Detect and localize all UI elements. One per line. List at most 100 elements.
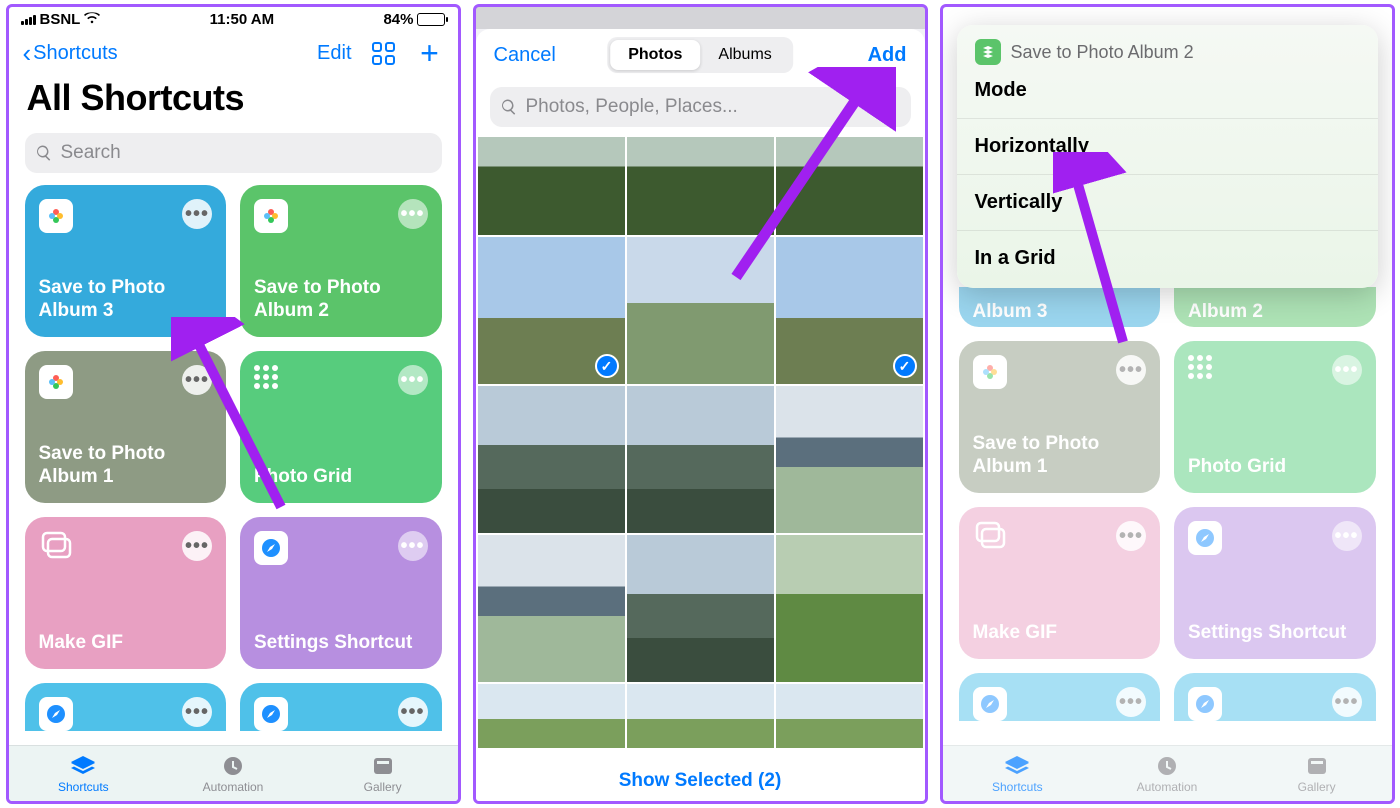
- safari-icon: [1188, 687, 1222, 721]
- option-vertically[interactable]: Vertically: [957, 174, 1378, 230]
- grid-icon: [372, 42, 395, 65]
- photo-cell[interactable]: [478, 137, 625, 235]
- photo-cell[interactable]: [478, 386, 625, 533]
- tab-bar: Shortcuts Automation Gallery: [9, 745, 458, 801]
- shortcut-grid: ••• Save to Photo Album 3 ••• Save to Ph…: [9, 185, 458, 731]
- photo-cell[interactable]: [627, 535, 774, 682]
- stack-icon: [39, 531, 73, 566]
- tile-menu-button[interactable]: •••: [182, 199, 212, 229]
- search-placeholder: Photos, People, Places...: [526, 96, 738, 118]
- photo-cell-selected[interactable]: ✓: [776, 237, 923, 384]
- photo-cell[interactable]: [776, 535, 923, 682]
- screen-shortcuts: BSNL 11:50 AM 84% ‹ Shortcuts Edit + All…: [6, 4, 461, 804]
- popup-title-label: Save to Photo Album 2: [1011, 42, 1194, 63]
- check-icon: ✓: [893, 354, 917, 378]
- option-grid[interactable]: In a Grid: [957, 230, 1378, 286]
- photo-cell[interactable]: [627, 386, 774, 533]
- add-button[interactable]: Add: [868, 44, 907, 67]
- tile-photo-grid[interactable]: ••• Photo Grid: [240, 351, 442, 503]
- tile-menu-button[interactable]: •••: [398, 199, 428, 229]
- tile-bg: •••Photo Grid: [1174, 341, 1376, 493]
- tile-bg: Album 3: [959, 287, 1161, 327]
- tab-shortcuts[interactable]: Shortcuts: [943, 746, 1093, 801]
- photo-cell[interactable]: [627, 137, 774, 235]
- shortcut-grid-background: •••Save to Photo Album 1 •••Photo Grid •…: [943, 341, 1392, 721]
- segmented-control: Photos Albums: [607, 37, 793, 73]
- photo-cell[interactable]: [627, 684, 774, 748]
- safari-icon: [254, 697, 288, 731]
- tile-bg: •••Settings Shortcut: [1174, 507, 1376, 659]
- safari-icon: [254, 531, 288, 565]
- battery-icon: [417, 13, 445, 26]
- photo-cell[interactable]: [776, 137, 923, 235]
- tile-save-album-3[interactable]: ••• Save to Photo Album 3: [25, 185, 227, 337]
- battery-label: 84%: [383, 11, 413, 28]
- tile-menu-button[interactable]: •••: [182, 531, 212, 561]
- plus-icon: +: [420, 42, 439, 64]
- shortcut-app-icon: [975, 39, 1001, 65]
- tile-menu-button[interactable]: •••: [398, 365, 428, 395]
- mode-popup: Save to Photo Album 2 Mode Horizontally …: [957, 25, 1378, 288]
- tile-partial-2[interactable]: •••: [240, 683, 442, 731]
- option-horizontally[interactable]: Horizontally: [957, 118, 1378, 174]
- photo-cell-selected[interactable]: ✓: [478, 237, 625, 384]
- tile-menu-button[interactable]: •••: [182, 365, 212, 395]
- picker-search-input[interactable]: Photos, People, Places...: [490, 87, 911, 127]
- layout-button[interactable]: [370, 39, 398, 67]
- segment-albums[interactable]: Albums: [700, 40, 789, 70]
- photo-cell[interactable]: [478, 535, 625, 682]
- photos-icon: [39, 365, 73, 399]
- screen-mode-picker: Album 3 Album 2 •••Save to Photo Album 1…: [940, 4, 1395, 804]
- wifi-icon: [84, 11, 100, 28]
- carrier-label: BSNL: [40, 11, 81, 28]
- clock-icon: [1153, 754, 1181, 778]
- tile-bg: Album 2: [1174, 287, 1376, 327]
- photo-cell[interactable]: [478, 684, 625, 748]
- tab-automation[interactable]: Automation: [1092, 746, 1242, 801]
- tab-label: Shortcuts: [58, 780, 109, 794]
- page-title: All Shortcuts: [9, 73, 458, 129]
- picker-header: Cancel Photos Albums Add: [476, 29, 925, 81]
- tile-menu-button[interactable]: •••: [182, 697, 212, 727]
- shortcut-grid-background: Album 3 Album 2: [943, 287, 1392, 327]
- chevron-left-icon: ‹: [23, 43, 32, 63]
- cancel-button[interactable]: Cancel: [494, 44, 556, 67]
- tile-menu-button[interactable]: •••: [398, 531, 428, 561]
- tab-automation[interactable]: Automation: [158, 746, 308, 801]
- tile-partial-1[interactable]: •••: [25, 683, 227, 731]
- add-button[interactable]: +: [416, 39, 444, 67]
- photo-grid: ✓ ✓: [476, 137, 925, 748]
- back-button[interactable]: ‹ Shortcuts: [23, 42, 118, 65]
- safari-icon: [1188, 521, 1222, 555]
- edit-button[interactable]: Edit: [317, 42, 351, 65]
- option-mode[interactable]: Mode: [957, 75, 1378, 118]
- tile-bg: •••Save to Photo Album 1: [959, 341, 1161, 493]
- tile-label: Make GIF: [39, 632, 213, 655]
- search-input[interactable]: Search: [25, 133, 442, 173]
- tab-gallery[interactable]: Gallery: [1242, 746, 1392, 801]
- photo-cell[interactable]: [776, 684, 923, 748]
- search-placeholder: Search: [61, 142, 121, 164]
- photos-icon: [254, 199, 288, 233]
- search-icon: [500, 98, 518, 116]
- tile-menu-button[interactable]: •••: [398, 697, 428, 727]
- clock-label: 11:50 AM: [210, 11, 274, 28]
- segment-photos[interactable]: Photos: [610, 40, 700, 70]
- tab-shortcuts[interactable]: Shortcuts: [9, 746, 159, 801]
- clock-icon: [219, 754, 247, 778]
- tile-bg: •••: [1174, 673, 1376, 721]
- tab-bar: Shortcuts Automation Gallery: [943, 745, 1392, 801]
- tile-make-gif[interactable]: ••• Make GIF: [25, 517, 227, 669]
- photo-cell[interactable]: [776, 386, 923, 533]
- back-label: Shortcuts: [33, 42, 117, 65]
- tile-save-album-1[interactable]: ••• Save to Photo Album 1: [25, 351, 227, 503]
- signal-bars-icon: [21, 13, 36, 25]
- photo-cell[interactable]: [627, 237, 774, 384]
- photos-icon: [973, 355, 1007, 389]
- tile-save-album-2[interactable]: ••• Save to Photo Album 2: [240, 185, 442, 337]
- show-selected-button[interactable]: Show Selected (2): [476, 748, 925, 801]
- tab-gallery[interactable]: Gallery: [308, 746, 458, 801]
- tile-settings-shortcut[interactable]: ••• Settings Shortcut: [240, 517, 442, 669]
- stack-icon: [69, 754, 97, 778]
- tile-label: Save to Photo Album 1: [39, 443, 213, 489]
